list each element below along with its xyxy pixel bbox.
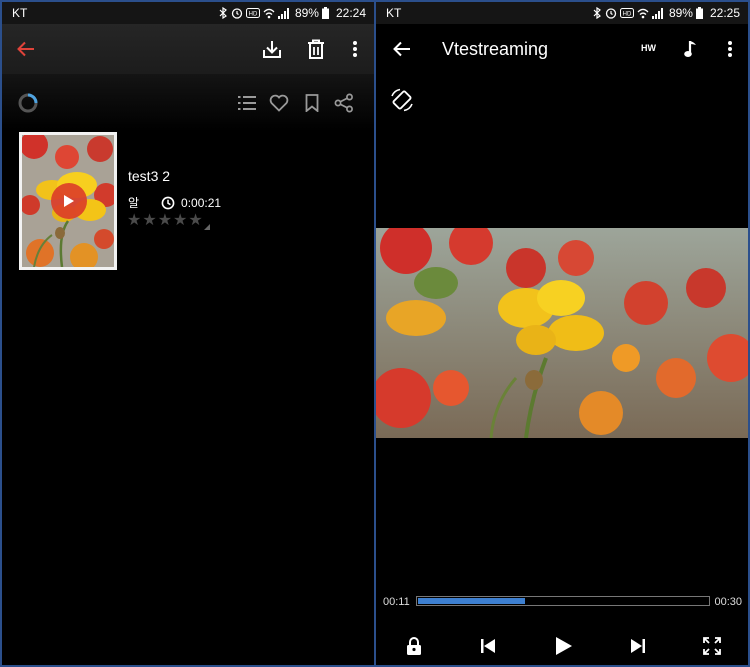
alarm-icon: [231, 7, 243, 19]
poppy-video-frame: [376, 228, 748, 438]
bluetooth-icon: [219, 7, 228, 19]
more-options-button[interactable]: [339, 33, 371, 65]
bluetooth-icon: [593, 7, 602, 19]
status-clock: 22:24: [335, 6, 366, 20]
gallery-toolbar: [2, 24, 374, 74]
gallery-screen: KT HD 89% 22:24 test3 2 알 0:00:21 ★ ★ ★ …: [2, 2, 374, 665]
share-button[interactable]: [328, 87, 360, 119]
file-meta: 알 0:00:21: [128, 194, 221, 211]
battery-percent: 89%: [668, 6, 693, 20]
seek-bar[interactable]: [416, 596, 710, 606]
star-icon[interactable]: ★: [158, 212, 172, 230]
video-title: Vtestreaming: [442, 39, 549, 59]
signal-icon: [651, 7, 664, 19]
play-icon: [64, 195, 74, 207]
battery-percent: 89%: [294, 6, 319, 20]
hw-decoder-toggle[interactable]: HW: [641, 43, 656, 53]
hd-voice-icon: HD: [619, 8, 634, 18]
bookmark-icon: [305, 94, 319, 112]
skip-previous-icon: [481, 639, 495, 653]
star-icon[interactable]: ★: [173, 212, 187, 230]
screen-rotation-icon: [391, 88, 413, 112]
next-button[interactable]: [622, 630, 654, 662]
svg-text:HD: HD: [623, 12, 632, 18]
delete-button[interactable]: [300, 33, 332, 65]
status-bar: KT HD 89% 22:24: [2, 2, 374, 24]
share-icon: [334, 93, 353, 113]
wifi-icon: [637, 8, 649, 19]
carrier-label: KT: [12, 6, 28, 20]
battery-icon: [321, 7, 329, 19]
favorite-button[interactable]: [263, 87, 295, 119]
back-button[interactable]: [10, 33, 42, 65]
hd-voice-icon: HD: [245, 8, 260, 18]
play-button[interactable]: [548, 630, 580, 662]
music-note-icon: [684, 41, 696, 57]
svg-text:HD: HD: [249, 12, 258, 18]
total-time: 00:30: [714, 596, 742, 608]
star-icon[interactable]: ★: [127, 212, 141, 230]
skip-next-icon: [631, 639, 645, 653]
wifi-icon: [263, 8, 275, 19]
more-options-button[interactable]: [714, 33, 746, 65]
bookmark-button[interactable]: [296, 87, 328, 119]
subtitle-badge: 알: [128, 196, 140, 210]
list-icon: [238, 96, 256, 110]
player-toolbar: Vtestreaming HW: [376, 24, 748, 74]
star-icon[interactable]: ★: [188, 212, 202, 230]
back-arrow-icon: [393, 41, 410, 57]
file-duration: 0:00:21: [181, 195, 222, 210]
rotate-screen-button[interactable]: [386, 84, 418, 116]
status-clock: 22:25: [709, 6, 740, 20]
download-button[interactable]: [256, 33, 288, 65]
alarm-icon: [605, 7, 617, 19]
audio-button[interactable]: [675, 33, 707, 65]
carrier-label: KT: [386, 6, 402, 20]
more-vert-icon: [353, 41, 357, 57]
fullscreen-icon: [703, 637, 721, 655]
list-view-button[interactable]: [231, 87, 263, 119]
seek-bar-progress: [418, 598, 525, 604]
previous-button[interactable]: [472, 630, 504, 662]
playback-controls: [376, 627, 748, 665]
rating-expand-icon: [203, 224, 210, 230]
star-icon[interactable]: ★: [142, 212, 156, 230]
play-icon: [556, 637, 572, 655]
download-icon: [263, 41, 281, 58]
gallery-subtoolbar: [2, 74, 374, 132]
more-vert-icon: [728, 41, 732, 57]
heart-icon: [269, 94, 289, 112]
signal-icon: [277, 7, 290, 19]
video-surface[interactable]: [376, 228, 748, 438]
play-overlay-button[interactable]: [51, 183, 87, 219]
clock-icon: [161, 196, 175, 209]
video-thumbnail[interactable]: [19, 132, 117, 270]
lock-button[interactable]: [398, 630, 430, 662]
current-time: 00:11: [383, 596, 410, 608]
lock-icon: [407, 637, 421, 655]
video-player-screen: KT HD 89% 22:25 Vtestreaming HW 00:11 00…: [376, 2, 748, 665]
back-arrow-icon: [17, 41, 34, 57]
battery-icon: [695, 7, 703, 19]
loading-spinner: [12, 87, 44, 119]
fullscreen-button[interactable]: [696, 630, 728, 662]
back-button[interactable]: [386, 33, 418, 65]
trash-icon: [308, 39, 324, 59]
file-title[interactable]: test3 2: [128, 168, 170, 184]
star-rating[interactable]: ★ ★ ★ ★ ★: [127, 212, 210, 230]
spinner-icon: [18, 93, 38, 113]
status-bar: KT HD 89% 22:25: [376, 2, 748, 24]
